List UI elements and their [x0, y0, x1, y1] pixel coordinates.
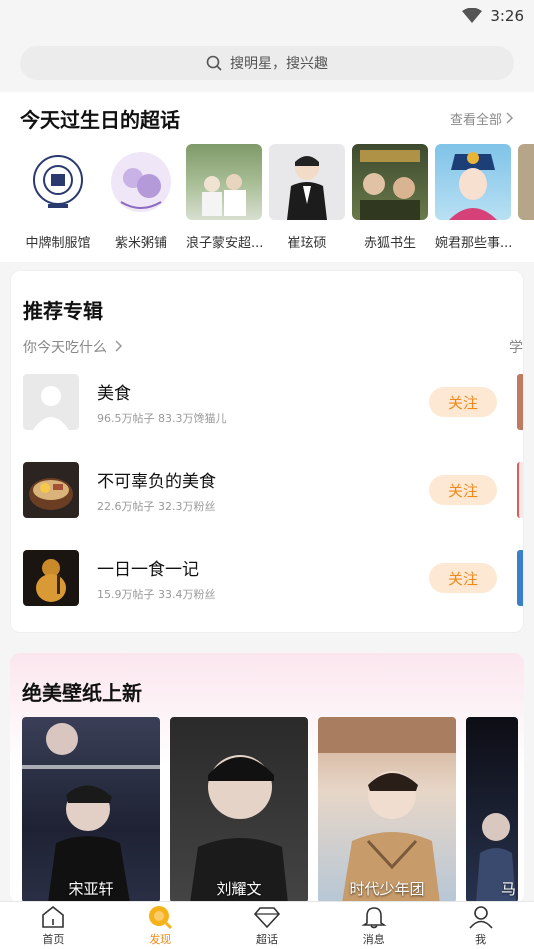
search-area: 搜明星，搜兴趣	[0, 34, 534, 92]
wallpaper-card[interactable]: 马	[466, 717, 518, 903]
wallpaper-label: 宋亚轩	[68, 880, 114, 898]
search-input[interactable]: 搜明星，搜兴趣	[20, 46, 514, 80]
albums-subtitle: 你今天吃什么	[23, 340, 107, 356]
photo-image	[518, 144, 534, 220]
noodle-bowl-image	[23, 462, 79, 518]
tab-label: 我	[475, 932, 487, 946]
photo-image	[186, 144, 262, 220]
emblem-logo-image	[20, 144, 96, 220]
search-icon	[206, 55, 222, 71]
tab-super-topic[interactable]: 超话	[227, 905, 307, 947]
tab-me[interactable]: 我	[441, 905, 521, 947]
album-row[interactable]: 美食 96.5万帖子 83.3万馋猫儿 关注	[23, 372, 523, 432]
wallpaper-card[interactable]: 刘耀文	[170, 717, 308, 903]
birthday-item[interactable]: 浪子蒙安超...	[186, 144, 262, 251]
birthday-item[interactable]: 崔玹硕	[269, 144, 345, 251]
birthday-item-name: 中牌制服馆	[25, 236, 91, 251]
birthday-item[interactable]	[518, 144, 534, 251]
tab-label: 首页	[42, 932, 65, 946]
album-meta: 96.5万帖子 83.3万馋猫儿	[97, 411, 227, 425]
wallpaper-section: 绝美壁纸上新 宋亚轩 刘耀文 时代少年团 马	[10, 653, 524, 903]
discover-icon	[149, 905, 173, 929]
wallpaper-title: 绝美壁纸上新	[22, 681, 142, 705]
tab-messages[interactable]: 消息	[334, 905, 414, 947]
albums-title: 推荐专辑	[23, 299, 103, 323]
photo-image	[269, 144, 345, 220]
birthday-item[interactable]: 赤狐书生	[352, 144, 428, 251]
birthday-item-name: 崔玹硕	[287, 236, 327, 251]
wallpaper-label: 时代少年团	[349, 880, 425, 898]
birthday-item[interactable]: 中牌制服馆	[20, 144, 96, 251]
follow-button[interactable]: 关注	[429, 387, 497, 417]
follow-button[interactable]: 关注	[429, 475, 497, 505]
birthday-section: 今天过生日的超话 查看全部 中牌制服馆 紫米粥铺 浪子蒙安超... 崔玹硕 赤狐…	[0, 92, 534, 262]
home-icon	[42, 905, 65, 928]
tab-label: 发现	[149, 932, 172, 946]
status-bar: 3:26	[0, 0, 534, 32]
album-name: 美食	[97, 383, 131, 404]
albums-subtitle-link[interactable]: 你今天吃什么	[23, 337, 123, 357]
wifi-icon	[462, 8, 483, 23]
illustration-image	[435, 144, 511, 220]
chevron-right-icon	[506, 112, 514, 124]
chevron-right-icon	[115, 340, 123, 352]
album-row[interactable]: 一日一食一记 15.9万帖子 33.4万粉丝 关注	[23, 548, 523, 608]
tab-home[interactable]: 首页	[13, 905, 93, 947]
search-placeholder: 搜明星，搜兴趣	[230, 56, 328, 72]
birthday-item[interactable]: 婉君那些事...	[435, 144, 511, 251]
birthday-item[interactable]: 紫米粥铺	[103, 144, 179, 251]
tab-label: 消息	[362, 932, 385, 946]
purple-logo-image	[103, 144, 179, 220]
album-meta: 22.6万帖子 32.3万粉丝	[97, 499, 216, 513]
birthday-item-name: 赤狐书生	[363, 236, 416, 251]
gourd-image	[23, 550, 79, 606]
see-all-label: 查看全部	[449, 112, 502, 128]
see-all-link[interactable]: 查看全部	[450, 109, 514, 128]
album-name: 不可辜负的美食	[97, 471, 216, 492]
wallpaper-card[interactable]: 宋亚轩	[22, 717, 160, 903]
photo-image	[352, 144, 428, 220]
placeholder-avatar	[23, 374, 79, 430]
tab-label: 超话	[255, 932, 278, 946]
next-cover-peek	[517, 462, 523, 518]
bottom-tab-bar: 首页 发现 超话 消息 我	[0, 901, 534, 949]
next-cover-peek	[517, 550, 523, 606]
diamond-icon	[253, 906, 280, 928]
birthday-title: 今天过生日的超话	[20, 107, 180, 132]
album-row[interactable]: 不可辜负的美食 22.6万帖子 32.3万粉丝 关注	[23, 460, 523, 520]
person-icon	[468, 905, 493, 929]
next-subtitle: 学	[509, 340, 523, 356]
birthday-item-name: 浪子蒙安超...	[186, 236, 262, 251]
wallpaper-label: 马	[500, 880, 516, 898]
follow-button[interactable]: 关注	[429, 563, 497, 593]
bell-icon	[361, 906, 387, 928]
birthday-item-name: 婉君那些事...	[435, 236, 511, 251]
status-time: 3:26	[490, 7, 524, 25]
tab-discover[interactable]: 发现	[120, 905, 200, 947]
recommended-albums-section: 推荐专辑 你今天吃什么 学 美食 96.5万帖子 83.3万馋猫儿 关注 不可辜…	[10, 270, 524, 633]
wallpaper-label: 刘耀文	[216, 880, 262, 898]
album-meta: 15.9万帖子 33.4万粉丝	[97, 587, 216, 601]
wallpaper-card[interactable]: 时代少年团	[318, 717, 456, 903]
album-name: 一日一食一记	[97, 559, 199, 580]
birthday-item-name: 紫米粥铺	[114, 236, 167, 251]
next-cover-peek	[517, 374, 523, 430]
